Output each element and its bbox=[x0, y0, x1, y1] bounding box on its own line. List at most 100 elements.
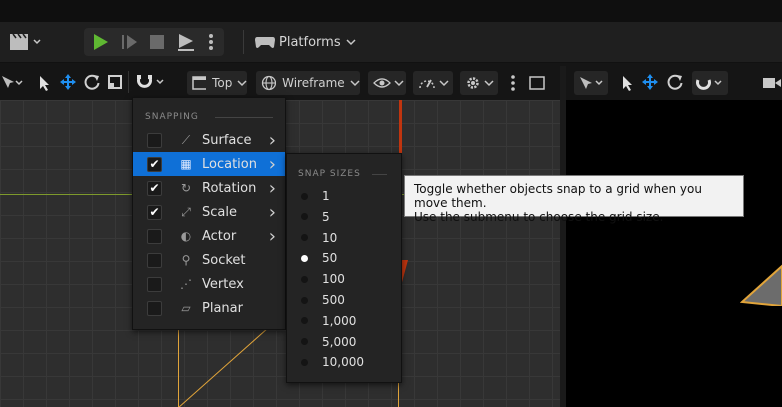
select-arrow-icon[interactable] bbox=[620, 74, 634, 92]
snapping-checkbox[interactable] bbox=[147, 132, 162, 148]
title-bar bbox=[0, 0, 782, 22]
play-icon[interactable] bbox=[92, 33, 110, 51]
snap-size-label: 1,000 bbox=[322, 313, 357, 328]
snap-size-option[interactable]: 500 bbox=[287, 290, 401, 310]
snapping-checkbox[interactable] bbox=[147, 276, 162, 292]
snapping-item-label: Rotation bbox=[202, 180, 257, 196]
radio-dot-icon bbox=[301, 254, 308, 262]
view-mode-label: Wireframe bbox=[282, 76, 345, 90]
chevron-right-icon: › bbox=[268, 177, 276, 199]
show-flags-dropdown[interactable] bbox=[368, 71, 406, 95]
surface-snap-icon: ⟋ bbox=[181, 133, 191, 147]
snapping-item-location[interactable]: ✔ ▦ Location › bbox=[133, 152, 285, 176]
snap-size-label: 1 bbox=[322, 189, 330, 203]
platforms-button[interactable]: Platforms bbox=[254, 30, 357, 54]
advance-frame-icon[interactable] bbox=[121, 33, 139, 51]
snapping-item-label: Surface bbox=[202, 132, 252, 148]
snap-size-option[interactable]: 10,000 bbox=[287, 352, 401, 372]
gear-icon bbox=[467, 77, 479, 89]
scale-icon[interactable] bbox=[107, 74, 123, 90]
select-mode-icon bbox=[580, 77, 592, 89]
more-options-icon[interactable] bbox=[510, 74, 516, 92]
snap-size-option[interactable]: 10 bbox=[287, 228, 401, 248]
snapping-magnet-icon bbox=[696, 79, 711, 90]
snapping-checkbox[interactable] bbox=[147, 252, 162, 268]
snap-size-label: 5 bbox=[322, 209, 330, 224]
snapping-dropdown[interactable] bbox=[692, 71, 728, 95]
snapping-checkbox[interactable]: ✔ bbox=[147, 204, 162, 220]
stop-icon[interactable] bbox=[148, 33, 166, 51]
snapping-item-vertex[interactable]: ⋰ Vertex bbox=[133, 272, 285, 296]
select-arrow-icon[interactable] bbox=[37, 74, 51, 92]
snap-size-option[interactable]: 100 bbox=[287, 269, 401, 289]
view-type-dropdown[interactable]: Top bbox=[187, 71, 247, 95]
snap-size-option[interactable]: 5 bbox=[287, 207, 401, 227]
speedometer-icon bbox=[419, 79, 435, 89]
snapping-item-socket[interactable]: ⚲ Socket bbox=[133, 248, 285, 272]
main-toolbar: Platforms bbox=[0, 22, 782, 63]
camera-icon[interactable] bbox=[762, 75, 782, 91]
rotate-icon[interactable] bbox=[666, 73, 684, 91]
snap-size-label: 10 bbox=[322, 230, 338, 245]
snapping-header: SNAPPING bbox=[145, 112, 199, 122]
view-mode-dropdown[interactable]: Wireframe bbox=[256, 71, 360, 95]
socket-snap-icon: ⚲ bbox=[181, 253, 191, 267]
snapping-checkbox[interactable] bbox=[147, 300, 162, 316]
snapping-checkbox[interactable]: ✔ bbox=[147, 156, 162, 172]
snapping-item-rotation[interactable]: ✔ ↻ Rotation › bbox=[133, 176, 285, 200]
tooltip-line-1: Toggle whether objects snap to a grid wh… bbox=[414, 182, 702, 210]
performance-dropdown[interactable] bbox=[413, 71, 453, 95]
radio-dot-icon bbox=[301, 213, 308, 221]
eye-icon bbox=[373, 78, 391, 88]
snapping-item-scale[interactable]: ✔ ⤢ Scale › bbox=[133, 200, 285, 224]
snapping-item-label: Vertex bbox=[202, 276, 244, 292]
more-options-icon[interactable] bbox=[208, 33, 214, 51]
radio-dot-icon bbox=[301, 317, 308, 325]
snap-size-option[interactable]: 1 bbox=[287, 186, 401, 206]
radio-dot-icon bbox=[301, 234, 308, 242]
gamepad-icon bbox=[255, 37, 275, 48]
rotate-icon[interactable] bbox=[83, 73, 101, 91]
selected-mesh[interactable] bbox=[740, 264, 782, 306]
snapping-checkbox[interactable]: ✔ bbox=[147, 180, 162, 196]
eject-icon[interactable] bbox=[176, 32, 196, 52]
viewport-icon bbox=[192, 76, 207, 90]
play-controls bbox=[84, 28, 224, 56]
maximize-viewport-icon[interactable] bbox=[529, 76, 545, 90]
snapping-item-planar[interactable]: ▱ Planar bbox=[133, 296, 285, 320]
translate-icon[interactable] bbox=[59, 73, 77, 91]
select-mode-dropdown[interactable] bbox=[574, 71, 608, 95]
snap-sizes-header: SNAP SIZES bbox=[298, 169, 361, 179]
platforms-label: Platforms bbox=[279, 34, 341, 50]
snap-size-label: 100 bbox=[322, 272, 345, 287]
snap-size-option[interactable]: 5,000 bbox=[287, 332, 401, 352]
toolbar-divider bbox=[243, 30, 244, 54]
chevron-down-icon bbox=[714, 80, 722, 86]
chevron-down-icon bbox=[350, 80, 360, 87]
chevron-down-icon bbox=[484, 80, 494, 87]
snapping-item-surface[interactable]: ⟋ Surface › bbox=[133, 128, 285, 152]
tooltip: Toggle whether objects snap to a grid wh… bbox=[404, 175, 744, 224]
perspective-viewport[interactable] bbox=[566, 100, 782, 407]
snapping-magnet-icon[interactable] bbox=[136, 73, 166, 91]
grid-snap-icon: ▦ bbox=[180, 157, 192, 171]
cinematics-button[interactable] bbox=[8, 32, 44, 52]
chevron-right-icon: › bbox=[268, 201, 276, 223]
selection-diagonal bbox=[178, 328, 269, 407]
snapping-item-label: Actor bbox=[202, 228, 237, 244]
snap-size-option[interactable]: 1,000 bbox=[287, 311, 401, 331]
snap-sizes-submenu: SNAP SIZES 1 5 10 50 100 500 1,000 5,000 10,000 bbox=[286, 153, 402, 383]
snapping-item-actor[interactable]: ◐ Actor › bbox=[133, 224, 285, 248]
settings-dropdown[interactable] bbox=[460, 71, 498, 95]
snapping-checkbox[interactable] bbox=[147, 228, 162, 244]
viewport-toolbar: Top Wireframe bbox=[0, 66, 565, 100]
select-mode-icon[interactable] bbox=[0, 74, 26, 92]
snap-size-label: 10,000 bbox=[322, 355, 364, 370]
chevron-down-icon bbox=[394, 80, 404, 87]
view-type-label: Top bbox=[212, 76, 233, 90]
chevron-down-icon bbox=[346, 39, 356, 46]
snapping-item-label: Planar bbox=[202, 300, 243, 316]
translate-icon[interactable] bbox=[641, 73, 659, 91]
wireframe-globe-icon bbox=[261, 75, 277, 91]
snap-size-option[interactable]: 50 bbox=[287, 248, 401, 268]
